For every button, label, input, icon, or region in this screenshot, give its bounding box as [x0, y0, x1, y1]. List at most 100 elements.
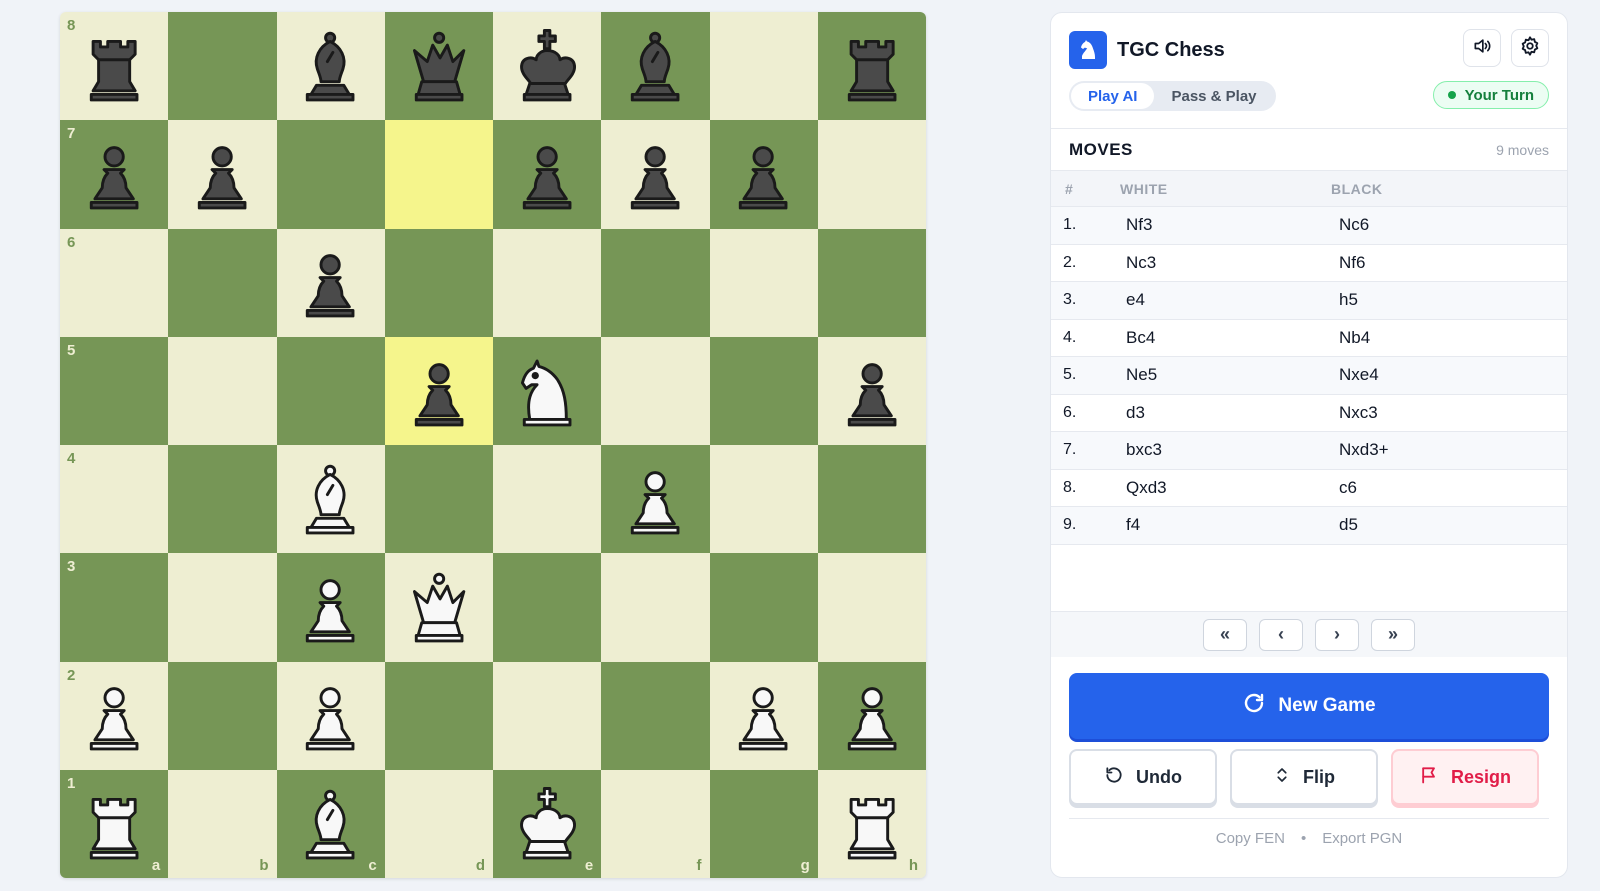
black-move[interactable]: Nc6 [1339, 215, 1369, 235]
white-move[interactable]: bxc3 [1126, 440, 1162, 460]
square-h1[interactable]: h [817, 769, 926, 878]
black-queen-icon[interactable] [398, 25, 480, 107]
square-e2[interactable] [493, 661, 602, 770]
square-c5[interactable] [276, 336, 385, 445]
white-move[interactable]: Nf3 [1126, 215, 1152, 235]
square-c4[interactable] [276, 445, 385, 554]
black-king-icon[interactable] [506, 25, 588, 107]
square-e4[interactable] [493, 445, 602, 554]
square-h2[interactable] [817, 661, 926, 770]
square-d8[interactable] [384, 12, 493, 121]
square-a7[interactable]: 7 [60, 120, 169, 229]
white-bishop-icon[interactable] [289, 458, 371, 540]
square-g3[interactable] [709, 553, 818, 662]
white-pawn-icon[interactable] [289, 566, 371, 648]
black-move[interactable]: Nxc3 [1339, 403, 1378, 423]
black-move[interactable]: h5 [1339, 290, 1358, 310]
white-pawn-icon[interactable] [289, 674, 371, 756]
square-d7[interactable] [384, 120, 493, 229]
square-h7[interactable] [817, 120, 926, 229]
square-f2[interactable] [601, 661, 710, 770]
flip-button[interactable]: Flip [1230, 749, 1378, 805]
black-pawn-icon[interactable] [722, 133, 804, 215]
black-rook-icon[interactable] [73, 25, 155, 107]
square-a8[interactable]: 8 [60, 12, 169, 121]
black-pawn-icon[interactable] [831, 350, 913, 432]
white-bishop-icon[interactable] [289, 783, 371, 865]
square-e8[interactable] [493, 12, 602, 121]
square-f1[interactable]: f [601, 769, 710, 878]
square-g1[interactable]: g [709, 769, 818, 878]
square-d3[interactable] [384, 553, 493, 662]
square-g7[interactable] [709, 120, 818, 229]
white-move[interactable]: e4 [1126, 290, 1145, 310]
black-pawn-icon[interactable] [614, 133, 696, 215]
black-rook-icon[interactable] [831, 25, 913, 107]
square-c7[interactable] [276, 120, 385, 229]
black-pawn-icon[interactable] [181, 133, 263, 215]
black-move[interactable]: Nb4 [1339, 328, 1370, 348]
last-move-button[interactable]: » [1371, 618, 1415, 651]
square-g4[interactable] [709, 445, 818, 554]
black-move[interactable]: Nxd3+ [1339, 440, 1389, 460]
square-c8[interactable] [276, 12, 385, 121]
square-c2[interactable] [276, 661, 385, 770]
white-move[interactable]: Ne5 [1126, 365, 1157, 385]
undo-button[interactable]: Undo [1069, 749, 1217, 805]
square-b4[interactable] [168, 445, 277, 554]
square-d6[interactable] [384, 228, 493, 337]
square-f6[interactable] [601, 228, 710, 337]
square-g2[interactable] [709, 661, 818, 770]
settings-button[interactable] [1511, 29, 1549, 67]
square-b3[interactable] [168, 553, 277, 662]
square-g5[interactable] [709, 336, 818, 445]
black-pawn-icon[interactable] [506, 133, 588, 215]
square-b2[interactable] [168, 661, 277, 770]
white-move[interactable]: Nc3 [1126, 253, 1156, 273]
square-b7[interactable] [168, 120, 277, 229]
first-move-button[interactable]: « [1203, 618, 1247, 651]
black-pawn-icon[interactable] [73, 133, 155, 215]
white-move[interactable]: Qxd3 [1126, 478, 1167, 498]
square-e6[interactable] [493, 228, 602, 337]
square-a4[interactable]: 4 [60, 445, 169, 554]
square-b1[interactable]: b [168, 769, 277, 878]
square-h8[interactable] [817, 12, 926, 121]
square-e5[interactable] [493, 336, 602, 445]
white-pawn-icon[interactable] [831, 674, 913, 756]
square-d5[interactable] [384, 336, 493, 445]
white-king-icon[interactable] [506, 783, 588, 865]
resign-button[interactable]: Resign [1391, 749, 1539, 805]
square-b5[interactable] [168, 336, 277, 445]
square-g8[interactable] [709, 12, 818, 121]
mode-pass-play[interactable]: Pass & Play [1154, 83, 1273, 109]
black-move[interactable]: c6 [1339, 478, 1357, 498]
square-a6[interactable]: 6 [60, 228, 169, 337]
black-move[interactable]: Nf6 [1339, 253, 1365, 273]
white-move[interactable]: d3 [1126, 403, 1145, 423]
square-h3[interactable] [817, 553, 926, 662]
black-pawn-icon[interactable] [289, 241, 371, 323]
square-e1[interactable]: e [493, 769, 602, 878]
square-a5[interactable]: 5 [60, 336, 169, 445]
white-knight-icon[interactable] [506, 350, 588, 432]
square-h5[interactable] [817, 336, 926, 445]
prev-move-button[interactable]: ‹ [1259, 618, 1303, 651]
square-e3[interactable] [493, 553, 602, 662]
square-f7[interactable] [601, 120, 710, 229]
copy-fen-link[interactable]: Copy FEN [1216, 830, 1285, 847]
square-b6[interactable] [168, 228, 277, 337]
square-a3[interactable]: 3 [60, 553, 169, 662]
square-c6[interactable] [276, 228, 385, 337]
next-move-button[interactable]: › [1315, 618, 1359, 651]
square-d4[interactable] [384, 445, 493, 554]
square-f3[interactable] [601, 553, 710, 662]
square-c3[interactable] [276, 553, 385, 662]
chess-board[interactable]: 87654321abcdefgh [60, 12, 926, 878]
square-b8[interactable] [168, 12, 277, 121]
white-pawn-icon[interactable] [73, 674, 155, 756]
white-rook-icon[interactable] [73, 783, 155, 865]
white-move[interactable]: Bc4 [1126, 328, 1155, 348]
square-g6[interactable] [709, 228, 818, 337]
black-move[interactable]: d5 [1339, 515, 1358, 535]
